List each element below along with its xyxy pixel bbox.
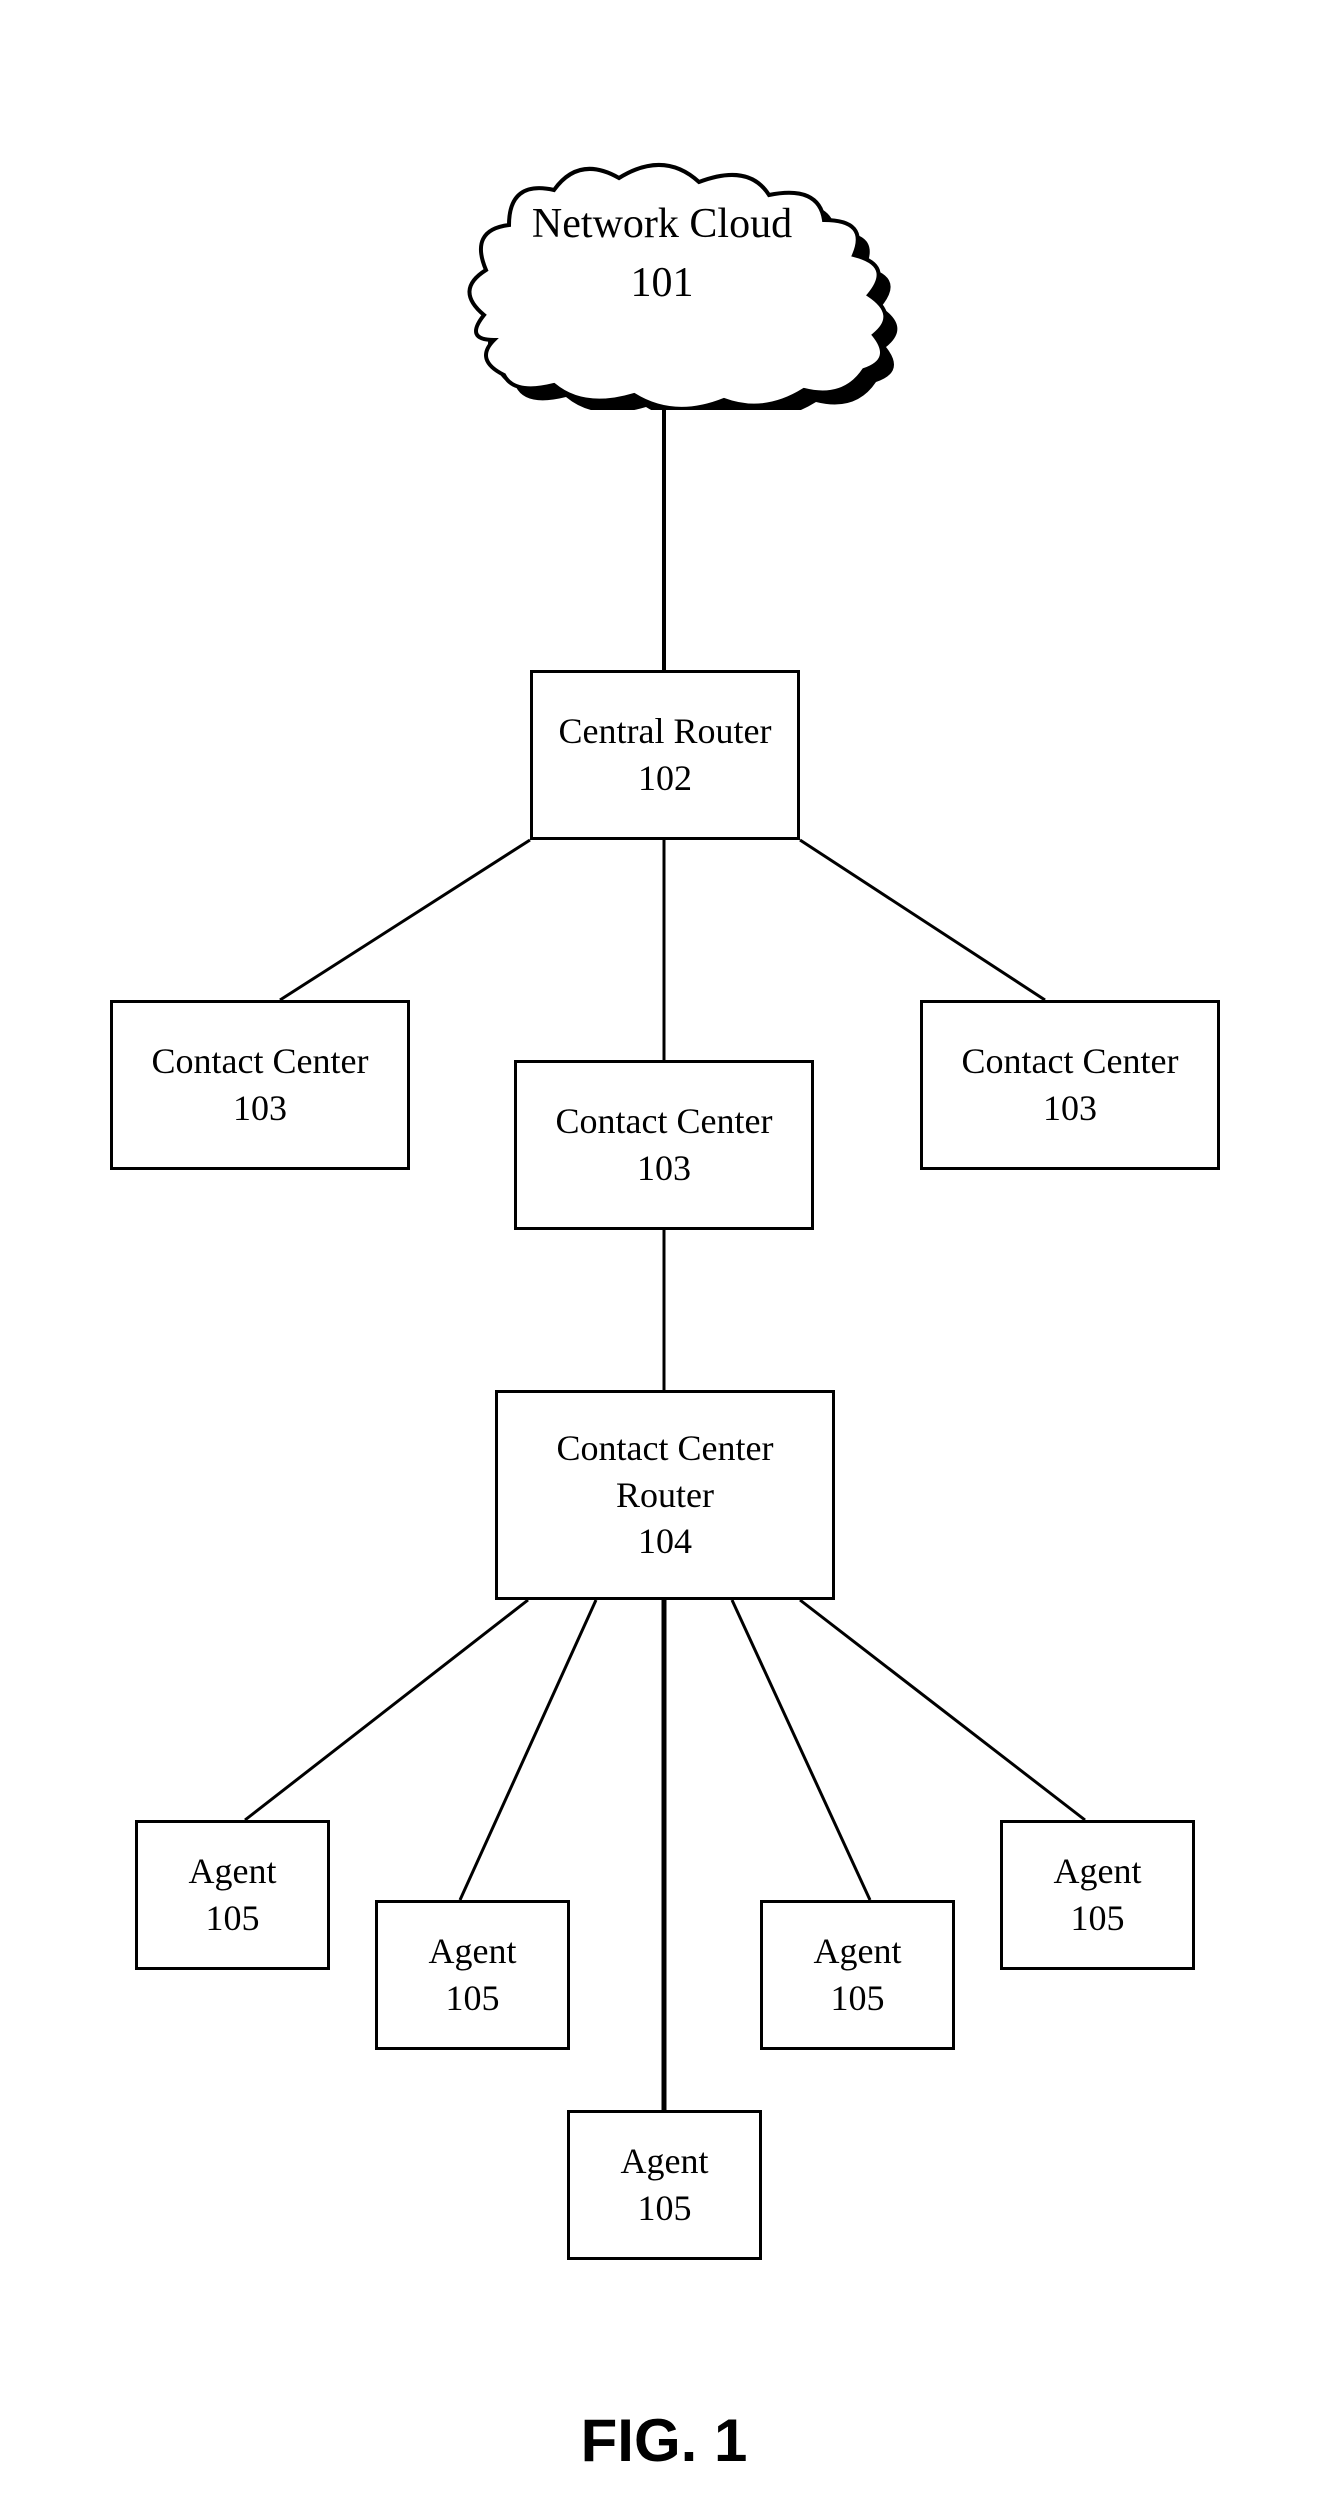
agent-3-label: Agent (814, 1928, 902, 1975)
agent-5-number: 105 (638, 2185, 692, 2232)
agent-2-number: 105 (446, 1975, 500, 2022)
connections (0, 50, 1328, 2450)
cc-mid-number: 103 (637, 1145, 691, 1192)
agent-4-label: Agent (1054, 1848, 1142, 1895)
contact-center-left-node: Contact Center 103 (110, 1000, 410, 1170)
central-router-label: Central Router (559, 708, 772, 755)
central-router-number: 102 (638, 755, 692, 802)
agent-5-label: Agent (621, 2138, 709, 2185)
cc-left-number: 103 (233, 1085, 287, 1132)
agent-3-node: Agent 105 (760, 1900, 955, 2050)
cc-right-label: Contact Center (962, 1038, 1179, 1085)
agent-5-node: Agent 105 (567, 2110, 762, 2260)
cc-left-label: Contact Center (152, 1038, 369, 1085)
diagram-container: Network Cloud 101 Central Router 102 Con… (0, 50, 1328, 2450)
cc-router-node: Contact Center Router 104 (495, 1390, 835, 1600)
agent-1-label: Agent (189, 1848, 277, 1895)
contact-center-right-node: Contact Center 103 (920, 1000, 1220, 1170)
cc-right-number: 103 (1043, 1085, 1097, 1132)
agent-2-node: Agent 105 (375, 1900, 570, 2050)
cc-router-label: Contact Center Router (557, 1425, 774, 1519)
central-router-node: Central Router 102 (530, 670, 800, 840)
agent-3-number: 105 (831, 1975, 885, 2022)
cc-mid-label: Contact Center (556, 1098, 773, 1145)
agent-2-label: Agent (429, 1928, 517, 1975)
agent-1-number: 105 (206, 1895, 260, 1942)
agent-4-number: 105 (1071, 1895, 1125, 1942)
cc-router-number: 104 (638, 1518, 692, 1565)
agent-4-node: Agent 105 (1000, 1820, 1195, 1970)
contact-center-mid-node: Contact Center 103 (514, 1060, 814, 1230)
agent-1-node: Agent 105 (135, 1820, 330, 1970)
figure-label: FIG. 1 (581, 2406, 748, 2475)
